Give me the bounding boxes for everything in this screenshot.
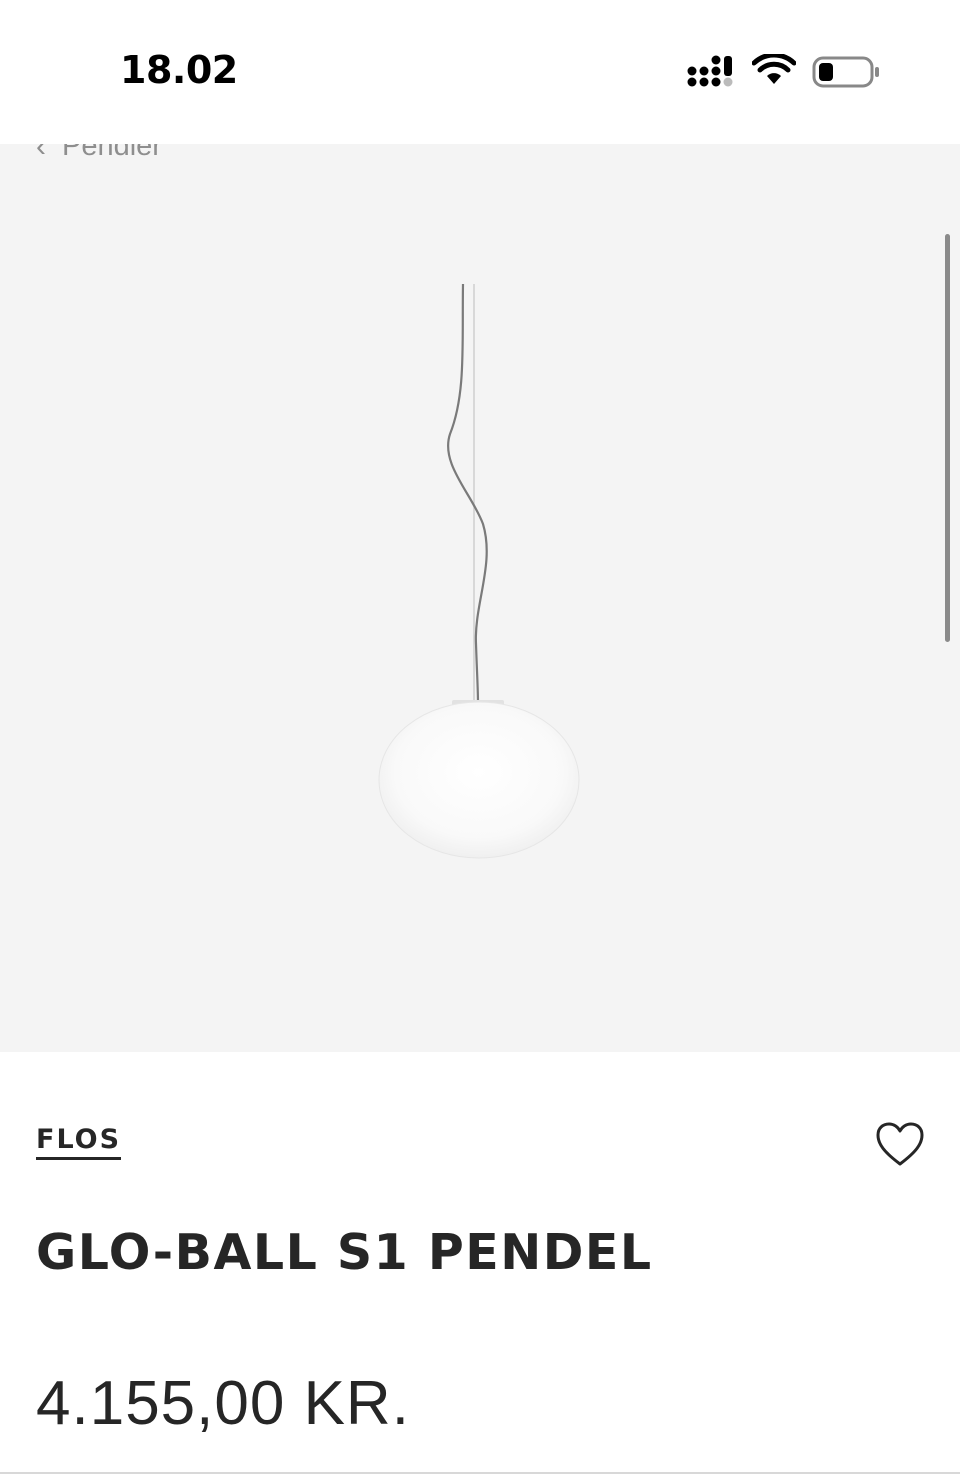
wifi-icon [752, 54, 796, 84]
battery-icon [812, 56, 879, 88]
product-price: 4.155,00 KR. [36, 1369, 410, 1438]
heart-outline-icon[interactable] [874, 1120, 926, 1168]
product-image [378, 283, 580, 859]
divider [0, 1472, 960, 1474]
chevron-left-icon: ‹ [36, 144, 46, 163]
status-bar: 18.02 [0, 0, 960, 144]
status-time: 18.02 [120, 48, 238, 92]
scrollbar[interactable] [945, 234, 950, 642]
cellular-signal-icon [687, 55, 733, 87]
product-gallery[interactable]: ‹ Pendler [0, 144, 960, 1052]
brand-link[interactable]: FLOS [36, 1124, 122, 1160]
product-title: GLO-BALL S1 PENDEL [36, 1224, 653, 1281]
breadcrumb-back-link[interactable]: ‹ Pendler [36, 144, 162, 163]
breadcrumb-label: Pendler [62, 144, 162, 162]
